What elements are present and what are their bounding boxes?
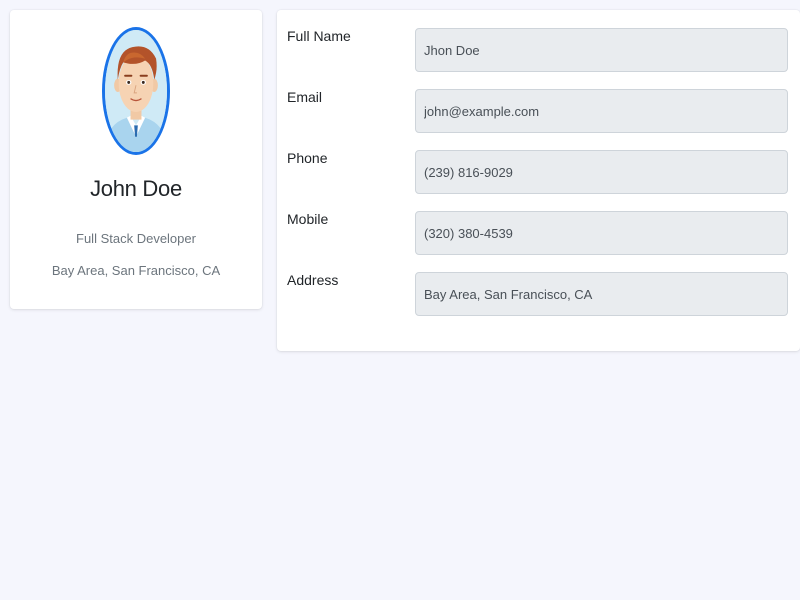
field-label-mobile: Mobile — [287, 211, 329, 227]
field-input-phone[interactable] — [415, 150, 788, 194]
profile-card: John Doe Full Stack Developer Bay Area, … — [10, 10, 262, 309]
details-card: Full Name Email Phone Mobile Address — [277, 10, 800, 351]
field-input-email[interactable] — [415, 89, 788, 133]
field-row-mobile: Mobile — [277, 211, 800, 255]
field-input-mobile[interactable] — [415, 211, 788, 255]
field-input-full-name[interactable] — [415, 28, 788, 72]
field-label-address: Address — [287, 272, 339, 288]
profile-name: John Doe — [90, 176, 182, 201]
profile-role: Full Stack Developer — [76, 231, 196, 246]
avatar — [102, 27, 170, 155]
field-label-phone: Phone — [287, 150, 328, 166]
field-row-full-name: Full Name — [277, 28, 800, 72]
field-row-phone: Phone — [277, 150, 800, 194]
field-row-email: Email — [277, 89, 800, 133]
field-label-email: Email — [287, 89, 323, 105]
field-input-address[interactable] — [415, 272, 788, 316]
profile-page: John Doe Full Stack Developer Bay Area, … — [0, 0, 800, 600]
field-label-full-name: Full Name — [287, 28, 351, 44]
profile-location: Bay Area, San Francisco, CA — [51, 263, 221, 278]
user-avatar-icon — [105, 30, 167, 152]
field-row-address: Address — [277, 272, 800, 316]
